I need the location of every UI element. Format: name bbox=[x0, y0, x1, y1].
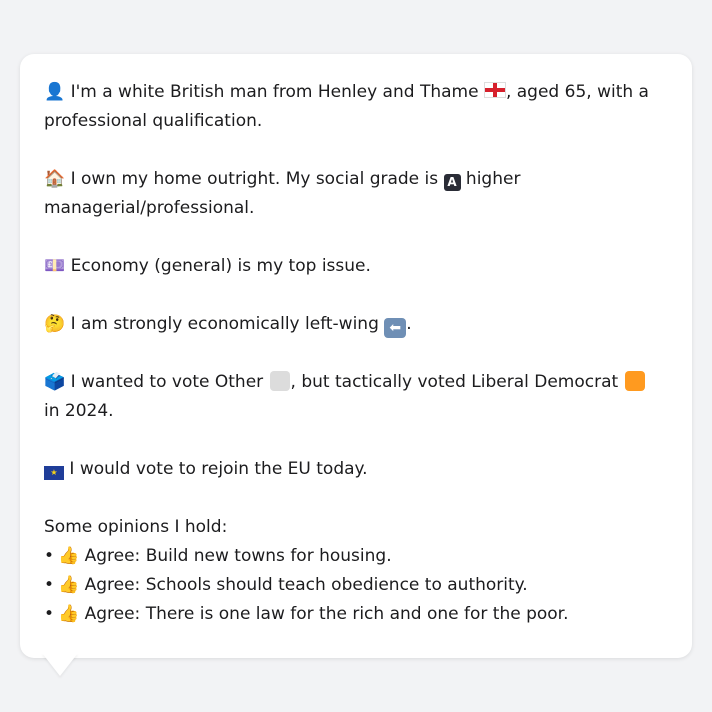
thinking-icon: 🤔 bbox=[44, 314, 66, 334]
bubble-tail bbox=[42, 653, 78, 676]
opinion-text: Agree: There is one law for the rich and… bbox=[79, 604, 569, 624]
home-line: 🏠 I own my home outright. My social grad… bbox=[44, 165, 652, 223]
bullet: • bbox=[44, 575, 55, 595]
bullet: • bbox=[44, 546, 55, 566]
opinions-heading: Some opinions I hold: bbox=[44, 517, 228, 537]
economic-line: 🤔 I am strongly economically left-wing ⬅… bbox=[44, 310, 652, 339]
eu-text: I would vote to rejoin the EU today. bbox=[64, 459, 368, 479]
libdem-square-icon bbox=[624, 371, 645, 391]
opinion-text: Agree: Schools should teach obedience to… bbox=[79, 575, 528, 595]
identity-text-a: I'm a white British man from Henley and … bbox=[65, 82, 484, 102]
vote-text-b: , but tactically voted Liberal Democrat bbox=[290, 372, 624, 392]
eu-flag-icon: ★ bbox=[44, 466, 64, 480]
eu-line: ★ I would vote to rejoin the EU today. bbox=[44, 455, 652, 484]
opinion-item: • 👍 Agree: There is one law for the rich … bbox=[44, 600, 652, 629]
vote-text-a: I wanted to vote Other bbox=[65, 372, 269, 392]
thumbs-up-icon: 👍 bbox=[58, 604, 80, 624]
identity-line: 👤 I'm a white British man from Henley an… bbox=[44, 78, 652, 136]
opinions-block: Some opinions I hold: • 👍 Agree: Build ne… bbox=[44, 513, 652, 629]
issue-line: 💷 Economy (general) is my top issue. bbox=[44, 252, 652, 281]
home-text-a: I own my home outright. My social grade … bbox=[65, 169, 444, 189]
opinion-item: • 👍 Agree: Build new towns for housing. bbox=[44, 542, 652, 571]
economic-text-a: I am strongly economically left-wing bbox=[65, 314, 385, 334]
money-icon: 💷 bbox=[44, 256, 66, 276]
other-party-square-icon bbox=[269, 371, 290, 391]
house-icon: 🏠 bbox=[44, 169, 66, 189]
message-bubble: 👤 I'm a white British man from Henley an… bbox=[20, 54, 692, 658]
ballot-box-icon: 🗳️ bbox=[44, 372, 66, 392]
bullet: • bbox=[44, 604, 55, 624]
economic-text-b: . bbox=[406, 314, 412, 334]
opinion-text: Agree: Build new towns for housing. bbox=[79, 546, 392, 566]
thumbs-up-icon: 👍 bbox=[58, 575, 80, 595]
issue-text: Economy (general) is my top issue. bbox=[65, 256, 371, 276]
thumbs-up-icon: 👍 bbox=[58, 546, 80, 566]
left-arrow-icon: ⬅ bbox=[384, 318, 407, 338]
opinion-item: • 👍 Agree: Schools should teach obedience… bbox=[44, 571, 652, 600]
vote-text-c: in 2024. bbox=[44, 401, 114, 421]
england-flag-icon bbox=[483, 82, 506, 98]
person-icon: 👤 bbox=[44, 82, 66, 102]
grade-a-icon: A bbox=[443, 174, 461, 191]
vote-line: 🗳️ I wanted to vote Other , but tactical… bbox=[44, 368, 652, 426]
